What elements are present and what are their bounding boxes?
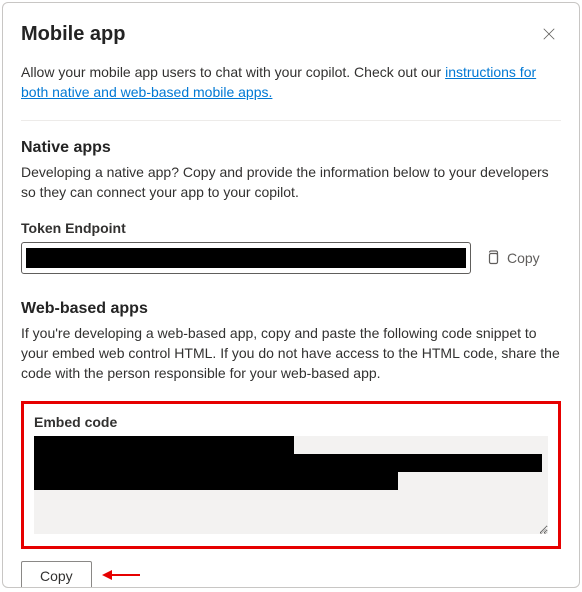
native-apps-description: Developing a native app? Copy and provid… — [21, 163, 561, 202]
web-apps-title: Web-based apps — [21, 300, 561, 318]
token-endpoint-label: Token Endpoint — [21, 220, 561, 236]
embed-code-label: Embed code — [34, 414, 548, 430]
close-button[interactable] — [537, 23, 561, 47]
copy-embed-button[interactable]: Copy — [21, 561, 92, 588]
copy-icon — [485, 249, 501, 268]
resize-handle-icon[interactable] — [536, 522, 548, 534]
panel-title: Mobile app — [21, 23, 125, 46]
close-icon — [542, 27, 556, 44]
divider — [21, 120, 561, 121]
copy-token-button[interactable]: Copy — [485, 249, 540, 268]
embed-code-highlight: Embed code — [21, 401, 561, 549]
token-endpoint-input[interactable] — [21, 242, 471, 274]
intro-text: Allow your mobile app users to chat with… — [21, 63, 561, 102]
copy-embed-row: Copy — [21, 561, 561, 588]
redacted-content — [34, 472, 398, 490]
arrow-left-icon — [102, 568, 142, 585]
redacted-content — [26, 248, 466, 268]
redacted-content — [34, 454, 542, 472]
intro-text-before: Allow your mobile app users to chat with… — [21, 64, 445, 80]
redacted-content — [34, 436, 294, 454]
copy-token-label: Copy — [507, 250, 540, 266]
web-apps-description: If you're developing a web-based app, co… — [21, 324, 561, 383]
mobile-app-panel: Mobile app Allow your mobile app users t… — [2, 2, 580, 588]
panel-header: Mobile app — [21, 23, 561, 47]
token-endpoint-row: Copy — [21, 242, 561, 274]
embed-code-textarea[interactable] — [34, 436, 548, 534]
native-apps-title: Native apps — [21, 139, 561, 157]
